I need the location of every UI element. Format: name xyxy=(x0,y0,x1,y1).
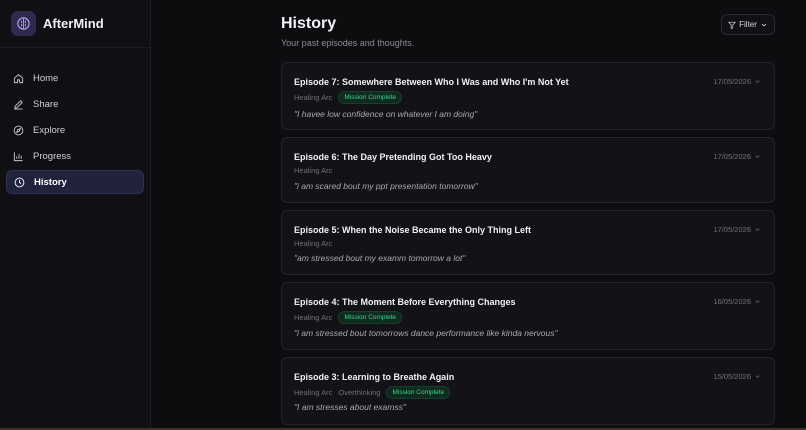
arc-tag: Healing Arc xyxy=(294,166,333,175)
sidebar-item-label: Explore xyxy=(33,124,66,136)
episode-tags: Healing Arc Mission Complete xyxy=(294,91,403,104)
episode-title: Episode 4: The Moment Before Everything … xyxy=(294,297,516,307)
filter-icon xyxy=(728,21,737,29)
episode-tags: Healing Arc xyxy=(294,239,332,248)
app-name: AfterMind xyxy=(43,16,104,31)
episode-tags: Healing Arc xyxy=(294,166,332,175)
episode-tags: Healing Arc Overthinking Mission Complet… xyxy=(294,386,451,399)
episode-title: Episode 5: When the Noise Became the Onl… xyxy=(294,225,532,235)
chevron-down-icon xyxy=(761,23,767,27)
episode-quote: "I havee low confidence on whatever I am… xyxy=(294,109,478,119)
chevron-down-icon xyxy=(755,228,760,231)
theme-tag: Overthinking xyxy=(338,388,381,397)
episode-date-text: 17/05/2026 xyxy=(713,152,751,161)
mission-complete-badge: Mission Complete xyxy=(338,91,403,104)
sidebar-item-explore[interactable]: Explore xyxy=(6,118,144,142)
episode-date[interactable]: 16/05/2026 xyxy=(713,297,761,306)
episode-quote: "I am stresses about examss" xyxy=(294,402,406,412)
sidebar-item-label: Home xyxy=(33,72,59,84)
episode-date-text: 17/05/2026 xyxy=(713,77,751,86)
sidebar-item-share[interactable]: Share xyxy=(6,92,144,116)
episode-date-text: 17/05/2026 xyxy=(713,225,751,234)
episode-date[interactable]: 17/05/2026 xyxy=(713,77,761,86)
episode-date-text: 15/05/2026 xyxy=(713,372,751,381)
mission-complete-badge: Mission Complete xyxy=(386,386,451,399)
episode-quote: "i am scared bout my ppt presentation to… xyxy=(294,181,478,191)
arc-tag: Healing Arc xyxy=(294,313,333,322)
sidebar-item-label: Share xyxy=(33,98,59,110)
page-title: History xyxy=(281,15,337,32)
episode-tags: Healing Arc Mission Complete xyxy=(294,311,403,324)
episode-list: Episode 7: Somewhere Between Who I Was a… xyxy=(281,62,775,430)
filter-button[interactable]: Filter xyxy=(721,14,775,35)
arc-tag: Healing Arc xyxy=(294,388,333,397)
episode-card[interactable]: Episode 6: The Day Pretending Got Too He… xyxy=(281,137,775,203)
episode-card[interactable]: Episode 5: When the Noise Became the Onl… xyxy=(281,210,775,275)
bar-chart-icon xyxy=(13,151,23,161)
sidebar: AfterMind Home Share Explore Progress Hi… xyxy=(0,0,151,430)
chevron-down-icon xyxy=(755,300,760,303)
episode-card[interactable]: Episode 7: Somewhere Between Who I Was a… xyxy=(281,62,775,130)
sidebar-item-history[interactable]: History xyxy=(6,170,144,194)
sidebar-item-progress[interactable]: Progress xyxy=(6,144,144,168)
sidebar-item-home[interactable]: Home xyxy=(6,66,144,90)
aftermind-logo-icon xyxy=(11,11,36,36)
filter-label: Filter xyxy=(739,20,757,29)
sidebar-item-label: Progress xyxy=(33,150,72,162)
episode-quote: "i am stressed bout tomorrows dance perf… xyxy=(294,328,558,338)
episode-title: Episode 3: Learning to Breathe Again xyxy=(294,372,455,382)
chevron-down-icon xyxy=(755,375,760,378)
arc-tag: Healing Arc xyxy=(294,239,333,248)
episode-card[interactable]: Episode 4: The Moment Before Everything … xyxy=(281,282,775,350)
chevron-down-icon xyxy=(755,155,760,158)
sidebar-item-label: History xyxy=(34,176,67,188)
episode-quote: "am stressed bout my examm tomorrow a lo… xyxy=(294,253,466,263)
compass-icon xyxy=(13,125,24,135)
pencil-icon xyxy=(14,99,23,110)
episode-title: Episode 6: The Day Pretending Got Too He… xyxy=(294,152,492,162)
clock-icon xyxy=(14,177,25,187)
episode-date[interactable]: 17/05/2026 xyxy=(713,152,761,161)
episode-title: Episode 7: Somewhere Between Who I Was a… xyxy=(294,77,569,87)
mission-complete-badge: Mission Complete xyxy=(338,311,403,324)
sidebar-nav: Home Share Explore Progress History xyxy=(0,48,150,194)
episode-date-text: 16/05/2026 xyxy=(713,297,751,306)
page-subtitle: Your past episodes and thoughts. xyxy=(281,38,415,48)
home-icon xyxy=(13,73,24,83)
episode-card[interactable]: Episode 3: Learning to Breathe Again 15/… xyxy=(281,357,775,425)
episode-date[interactable]: 15/05/2026 xyxy=(713,372,761,381)
episode-date[interactable]: 17/05/2026 xyxy=(713,225,761,234)
chevron-down-icon xyxy=(755,80,760,83)
brand[interactable]: AfterMind xyxy=(0,0,150,48)
arc-tag: Healing Arc xyxy=(294,93,333,102)
